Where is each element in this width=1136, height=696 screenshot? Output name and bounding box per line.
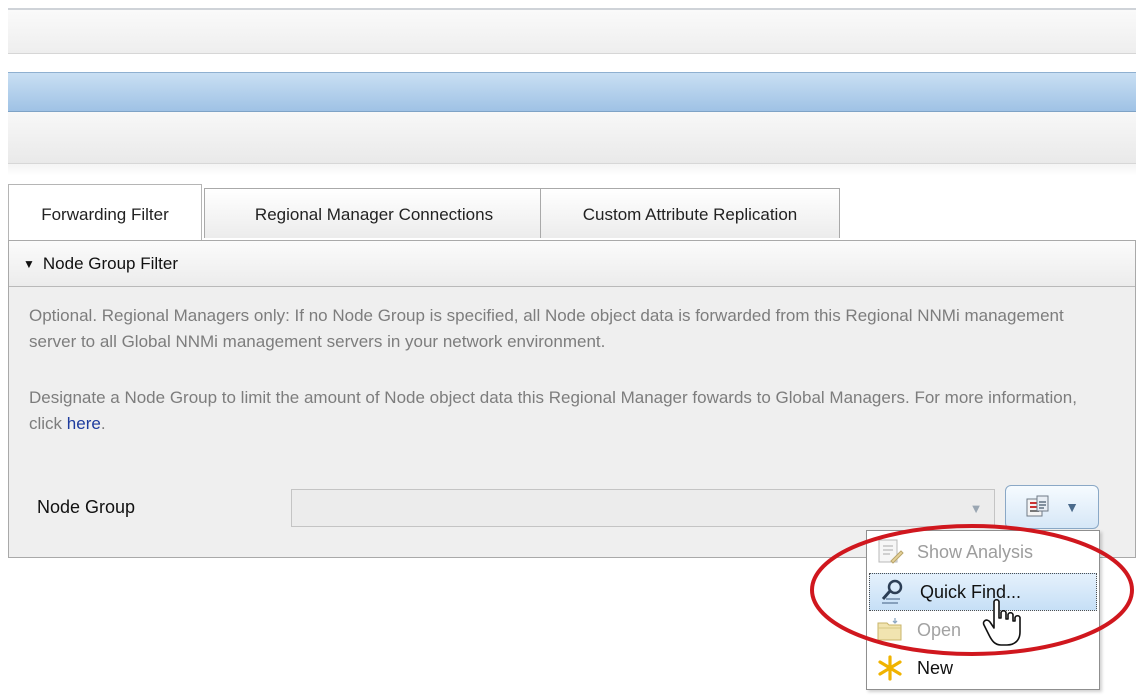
actions-caret-icon: ▼ xyxy=(1065,499,1079,515)
annotation-ellipse xyxy=(810,524,1134,656)
description-designate-text: Designate a Node Group to limit the amou… xyxy=(29,388,1077,433)
menu-item-label: New xyxy=(917,657,954,678)
description-optional: Optional. Regional Managers only: If no … xyxy=(29,306,1064,351)
hand-cursor-icon xyxy=(982,598,1021,646)
lookup-actions-icon xyxy=(1025,494,1051,520)
secondary-band xyxy=(8,112,1136,164)
tab-custom-attribute-replication[interactable]: Custom Attribute Replication xyxy=(540,188,840,238)
selected-row-band xyxy=(8,72,1136,112)
expand-triangle-icon[interactable]: ▼ xyxy=(23,257,35,271)
section-title: Node Group Filter xyxy=(42,253,179,273)
help-link[interactable]: here xyxy=(67,414,101,433)
tab-regional-manager-connections[interactable]: Regional Manager Connections xyxy=(204,188,544,238)
top-toolbar-band xyxy=(8,8,1136,54)
node-group-label: Node Group xyxy=(37,497,136,517)
forwarding-filter-panel: ▼ Node Group Filter Optional. Regional M… xyxy=(8,240,1136,558)
chevron-down-icon: ▼ xyxy=(969,500,983,516)
tab-forwarding-filter[interactable]: Forwarding Filter xyxy=(8,184,202,240)
node-group-filter-header[interactable]: ▼ Node Group Filter xyxy=(9,241,1135,287)
spacer-band xyxy=(8,164,1136,176)
description-designate: Designate a Node Group to limit the amou… xyxy=(29,385,1109,437)
description-designate-end: . xyxy=(100,414,106,433)
